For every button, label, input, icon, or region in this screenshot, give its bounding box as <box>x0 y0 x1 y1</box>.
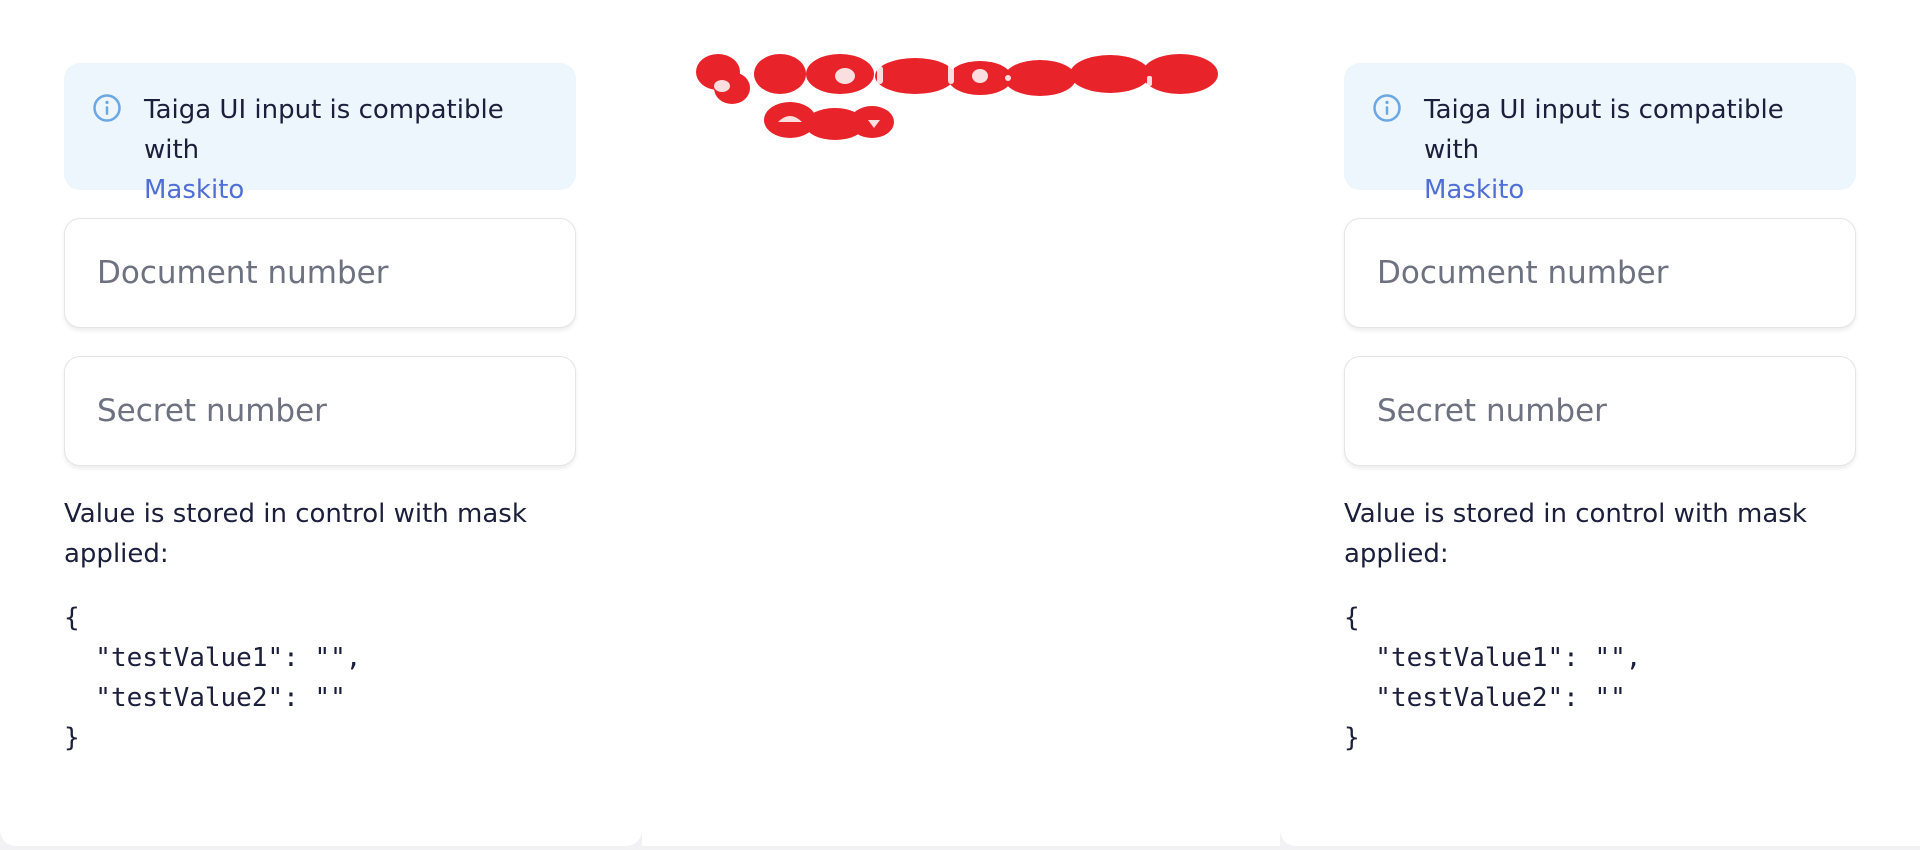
info-icon <box>93 94 121 122</box>
maskito-link[interactable]: Maskito <box>144 170 244 210</box>
value-caption: Value is stored in control with mask app… <box>1344 499 1807 569</box>
document-number-input[interactable] <box>97 255 543 291</box>
maskito-notice: Taiga UI input is compatible with Maskit… <box>1344 63 1856 205</box>
control-value-code: { "testValue1": "", "testValue2": "" } <box>64 603 362 753</box>
example-panel-right: Taiga UI input is compatible with Maskit… <box>1280 0 1920 846</box>
example-panel-left: Taiga UI input is compatible with Maskit… <box>0 0 642 846</box>
control-value-code: { "testValue1": "", "testValue2": "" } <box>1344 603 1642 753</box>
document-number-field[interactable] <box>1344 218 1856 328</box>
secret-number-input[interactable] <box>1377 393 1823 429</box>
page: Taiga UI input is compatible with Maskit… <box>0 0 1920 850</box>
document-number-input[interactable] <box>1377 255 1823 291</box>
notice-text: Taiga UI input is compatible with <box>1424 95 1784 165</box>
maskito-notice: Taiga UI input is compatible with Maskit… <box>64 63 576 205</box>
document-number-field[interactable] <box>64 218 576 328</box>
secret-number-input[interactable] <box>97 393 543 429</box>
secret-number-field[interactable] <box>1344 356 1856 466</box>
value-caption: Value is stored in control with mask app… <box>64 499 527 569</box>
maskito-link[interactable]: Maskito <box>1424 170 1524 210</box>
secret-number-field[interactable] <box>64 356 576 466</box>
info-icon <box>1373 94 1401 122</box>
redaction-scribble <box>696 54 1218 140</box>
notice-text: Taiga UI input is compatible with <box>144 95 504 165</box>
